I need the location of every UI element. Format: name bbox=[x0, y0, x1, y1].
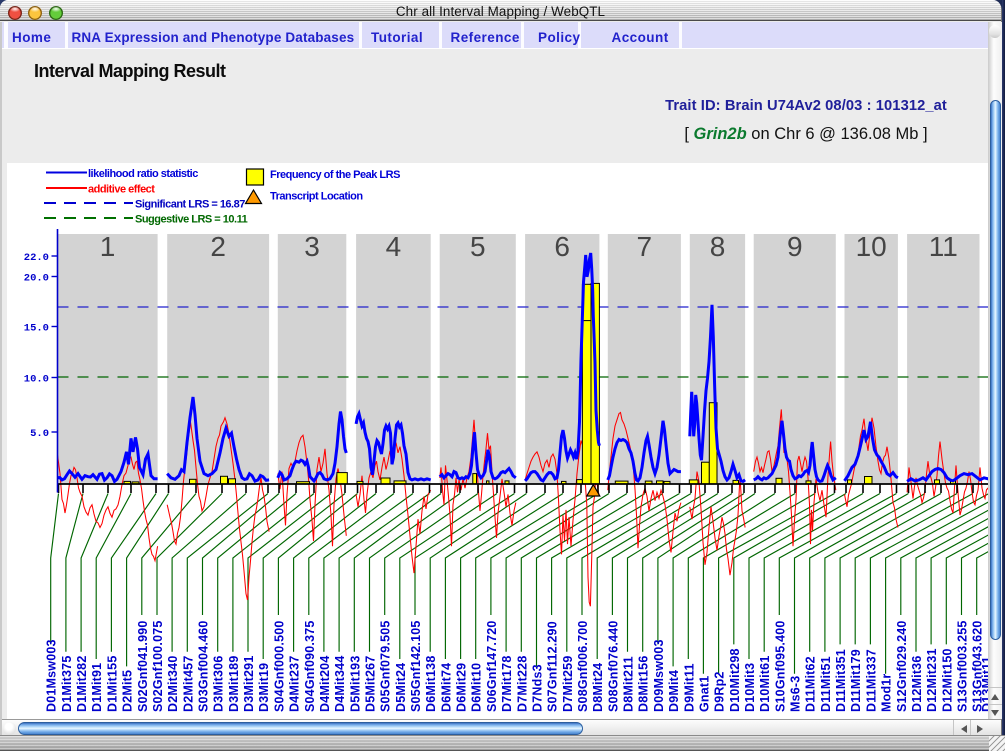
svg-text:D11Mit62: D11Mit62 bbox=[804, 656, 818, 712]
svg-text:Frequency of the Peak LRS: Frequency of the Peak LRS bbox=[270, 169, 400, 181]
svg-text:S02Gnf100.075: S02Gnf100.075 bbox=[151, 620, 165, 712]
svg-text:D11Mit351: D11Mit351 bbox=[834, 649, 848, 712]
svg-text:Suggestive LRS = 10.11: Suggestive LRS = 10.11 bbox=[135, 214, 248, 226]
svg-text:Transcript Location: Transcript Location bbox=[270, 191, 363, 203]
svg-text:S13Gnf003.255: S13Gnf003.255 bbox=[956, 620, 970, 712]
svg-text:10: 10 bbox=[856, 231, 887, 262]
svg-text:D1Mit282: D1Mit282 bbox=[75, 656, 89, 712]
svg-text:D9Mit4: D9Mit4 bbox=[667, 670, 681, 712]
svg-text:D01Msw003: D01Msw003 bbox=[45, 639, 59, 712]
svg-text:Significant LRS = 16.87: Significant LRS = 16.87 bbox=[135, 199, 245, 211]
svg-text:D4Mit344: D4Mit344 bbox=[333, 656, 347, 712]
svg-text:S06Gnf147.720: S06Gnf147.720 bbox=[485, 620, 499, 712]
svg-text:Mod1r: Mod1r bbox=[880, 674, 894, 713]
svg-text:S03Gnf004.460: S03Gnf004.460 bbox=[197, 620, 211, 712]
svg-text:S05Gnf079.505: S05Gnf079.505 bbox=[379, 620, 393, 712]
svg-text:S07Gnf112.290: S07Gnf112.290 bbox=[546, 621, 560, 712]
svg-text:S04Gnf000.500: S04Gnf000.500 bbox=[272, 620, 286, 712]
svg-text:D7Nds3: D7Nds3 bbox=[531, 664, 545, 712]
svg-text:S12Gnf029.240: S12Gnf029.240 bbox=[895, 620, 909, 712]
svg-text:D8Mit211: D8Mit211 bbox=[622, 656, 636, 712]
svg-text:D12Mit36: D12Mit36 bbox=[910, 656, 924, 712]
svg-text:D3Mit189: D3Mit189 bbox=[227, 656, 241, 712]
svg-text:D7Mit178: D7Mit178 bbox=[500, 656, 514, 712]
svg-text:Gnat1: Gnat1 bbox=[697, 676, 711, 712]
svg-text:Ms6-3: Ms6-3 bbox=[789, 676, 803, 712]
svg-text:D6Mit138: D6Mit138 bbox=[424, 656, 438, 712]
svg-text:9: 9 bbox=[787, 231, 803, 262]
svg-text:D8Mit24: D8Mit24 bbox=[591, 663, 605, 712]
svg-text:22.0: 22.0 bbox=[24, 252, 49, 264]
svg-text:S04Gnf090.375: S04Gnf090.375 bbox=[303, 620, 317, 712]
svg-text:D3Mit306: D3Mit306 bbox=[212, 656, 226, 712]
svg-text:D9Rp2: D9Rp2 bbox=[713, 671, 727, 712]
svg-text:S02Gnf041.990: S02Gnf041.990 bbox=[136, 620, 150, 712]
svg-text:S10Gnf095.400: S10Gnf095.400 bbox=[773, 620, 787, 712]
svg-text:D9Mit11: D9Mit11 bbox=[682, 663, 696, 712]
svg-text:D12Mit231: D12Mit231 bbox=[925, 648, 939, 712]
svg-text:6: 6 bbox=[554, 231, 570, 262]
svg-text:D3Mit19: D3Mit19 bbox=[257, 663, 271, 712]
svg-text:1: 1 bbox=[100, 231, 116, 262]
svg-text:S08Gnf006.700: S08Gnf006.700 bbox=[576, 620, 590, 712]
svg-text:S05Gnf142.105: S05Gnf142.105 bbox=[409, 620, 423, 712]
svg-text:D11Mit179: D11Mit179 bbox=[849, 649, 863, 712]
svg-text:S08Gnf076.440: S08Gnf076.440 bbox=[606, 620, 620, 712]
svg-text:2: 2 bbox=[210, 231, 226, 262]
svg-text:D5Mit267: D5Mit267 bbox=[364, 656, 378, 712]
svg-text:D7Mit259: D7Mit259 bbox=[561, 656, 575, 712]
svg-text:D2Mit340: D2Mit340 bbox=[166, 656, 180, 712]
svg-text:D6Mit10: D6Mit10 bbox=[470, 663, 484, 712]
svg-text:D3Mit291: D3Mit291 bbox=[242, 656, 256, 712]
svg-text:8: 8 bbox=[710, 231, 726, 262]
svg-text:15.0: 15.0 bbox=[24, 323, 49, 335]
svg-text:D12Mit150: D12Mit150 bbox=[940, 648, 954, 712]
svg-text:D11Mit51: D11Mit51 bbox=[819, 656, 833, 712]
svg-text:D5Mit24: D5Mit24 bbox=[394, 663, 408, 712]
svg-text:D2Mit457: D2Mit457 bbox=[181, 656, 195, 712]
svg-text:4: 4 bbox=[386, 231, 402, 262]
svg-text:D7Mit228: D7Mit228 bbox=[515, 656, 529, 712]
svg-text:7: 7 bbox=[637, 231, 653, 262]
svg-text:D10Mit3: D10Mit3 bbox=[743, 663, 757, 712]
svg-text:D1Mit91: D1Mit91 bbox=[90, 663, 104, 712]
svg-text:20.0: 20.0 bbox=[24, 273, 49, 285]
svg-text:10.0: 10.0 bbox=[24, 374, 49, 386]
svg-text:D1Mit155: D1Mit155 bbox=[105, 656, 119, 712]
svg-text:D09Msw003: D09Msw003 bbox=[652, 639, 666, 712]
svg-text:5.0: 5.0 bbox=[30, 428, 49, 440]
svg-text:likelihood ratio statistic: likelihood ratio statistic bbox=[88, 168, 198, 180]
svg-text:D8Mit156: D8Mit156 bbox=[637, 656, 651, 712]
svg-text:5: 5 bbox=[470, 231, 486, 262]
svg-text:D1Mit375: D1Mit375 bbox=[60, 656, 74, 712]
svg-text:D5Mit193: D5Mit193 bbox=[348, 656, 362, 712]
svg-text:3: 3 bbox=[304, 231, 320, 262]
svg-text:D6Mit74: D6Mit74 bbox=[439, 663, 453, 712]
svg-text:D4Mit237: D4Mit237 bbox=[288, 656, 302, 712]
svg-text:D4Mit204: D4Mit204 bbox=[318, 656, 332, 712]
svg-text:additive effect: additive effect bbox=[88, 184, 155, 196]
svg-text:D2Mit5: D2Mit5 bbox=[121, 670, 135, 712]
svg-text:D10Mit298: D10Mit298 bbox=[728, 648, 742, 712]
svg-text:D10Mit61: D10Mit61 bbox=[758, 656, 772, 712]
svg-text:D6Mit29: D6Mit29 bbox=[455, 663, 469, 712]
svg-text:D11Mit337: D11Mit337 bbox=[864, 649, 878, 712]
svg-text:11: 11 bbox=[929, 231, 958, 262]
